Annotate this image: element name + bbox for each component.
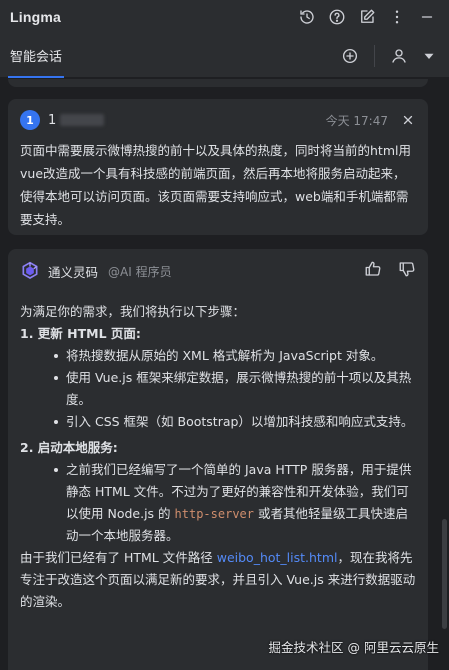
ai-intro: 为满足你的需求，我们将执行以下步骤： (20, 304, 246, 319)
ai-message-card: 通义灵码 @AI 程序员 为满足你的需求，我们将执行以下步骤： 1. 更新 HT… (8, 249, 428, 670)
toolbar-divider (374, 44, 375, 67)
chevron-down-icon[interactable] (417, 44, 441, 68)
list-item: 之前我们已经编写了一个简单的 Java HTTP 服务器，用于提供静态 HTML… (54, 459, 420, 547)
file-link[interactable]: weibo_hot_list.html (217, 550, 338, 565)
help-icon[interactable] (325, 5, 349, 29)
add-circle-icon[interactable] (338, 44, 362, 68)
user-name-text: 1 (48, 112, 57, 128)
thumb-up-icon[interactable] (364, 260, 382, 282)
previous-message-card (8, 79, 428, 87)
ai-message-header: 通义灵码 @AI 程序员 (20, 259, 416, 283)
name-redaction (60, 114, 105, 126)
tongyi-logo-icon (20, 261, 40, 281)
user-message-header: 1 1 今天 17:47 (20, 109, 416, 131)
thumb-down-icon[interactable] (398, 260, 416, 282)
message-time: 今天 17:47 (325, 113, 388, 128)
user-message-card: 1 1 今天 17:47 页面中需要展示微博热搜的前十以及具体的热度，同时将当前… (8, 99, 428, 235)
list-item: 将热搜数据从原始的 XML 格式解析为 JavaScript 对象。 (54, 345, 420, 367)
minimize-icon[interactable] (415, 5, 439, 29)
edit-icon[interactable] (355, 5, 379, 29)
user-name: 1 (48, 112, 105, 128)
step-1-title: 1. 更新 HTML 页面: (20, 326, 141, 341)
step-1-list: 将热搜数据从原始的 XML 格式解析为 JavaScript 对象。 使用 Vu… (54, 345, 420, 433)
ai-outro: 由于我们已经有了 HTML 文件路径 weibo_hot_list.html，现… (20, 547, 420, 613)
tab-bar: 智能会话 (0, 34, 449, 78)
lingma-tool-window: Lingma 智能会话 1 1 今天 17:47 页面中需要展示微博热搜的前十以… (0, 0, 449, 670)
step-2-title: 2. 启动本地服务: (20, 440, 118, 455)
user-message-text: 页面中需要展示微博热搜的前十以及具体的热度，同时将当前的html用vue改造成一… (20, 143, 411, 227)
scrollbar-thumb[interactable] (442, 519, 447, 629)
outro-text-a: 由于我们已经有了 HTML 文件路径 (20, 550, 217, 565)
history-icon[interactable] (295, 5, 319, 29)
step-2-list: 之前我们已经编写了一个简单的 Java HTTP 服务器，用于提供静态 HTML… (54, 459, 420, 547)
list-item: 使用 Vue.js 框架来绑定数据，展示微博热搜的前十项以及其热度。 (54, 367, 420, 411)
chat-area[interactable]: 1 1 今天 17:47 页面中需要展示微博热搜的前十以及具体的热度，同时将当前… (0, 79, 449, 670)
title-actions (295, 5, 439, 29)
user-icon[interactable] (387, 44, 411, 68)
ai-role: @AI 程序员 (108, 264, 172, 279)
tab-actions (338, 44, 441, 68)
app-title: Lingma (10, 9, 61, 25)
title-bar: Lingma (0, 0, 449, 34)
ai-message-body: 为满足你的需求，我们将执行以下步骤： 1. 更新 HTML 页面: 将热搜数据从… (20, 301, 420, 613)
close-icon[interactable] (400, 112, 416, 128)
list-item: 引入 CSS 框架（如 Bootstrap）以增加科技感和响应式支持。 (54, 411, 420, 433)
more-vertical-icon[interactable] (385, 5, 409, 29)
inline-code: http-server (174, 507, 254, 521)
user-avatar: 1 (20, 110, 40, 130)
watermark: 掘金技术社区 @ 阿里云云原生 (268, 640, 439, 655)
ai-name: 通义灵码 (48, 264, 99, 280)
feedback-actions (364, 260, 416, 282)
tab-smart-chat[interactable]: 智能会话 (8, 34, 65, 78)
